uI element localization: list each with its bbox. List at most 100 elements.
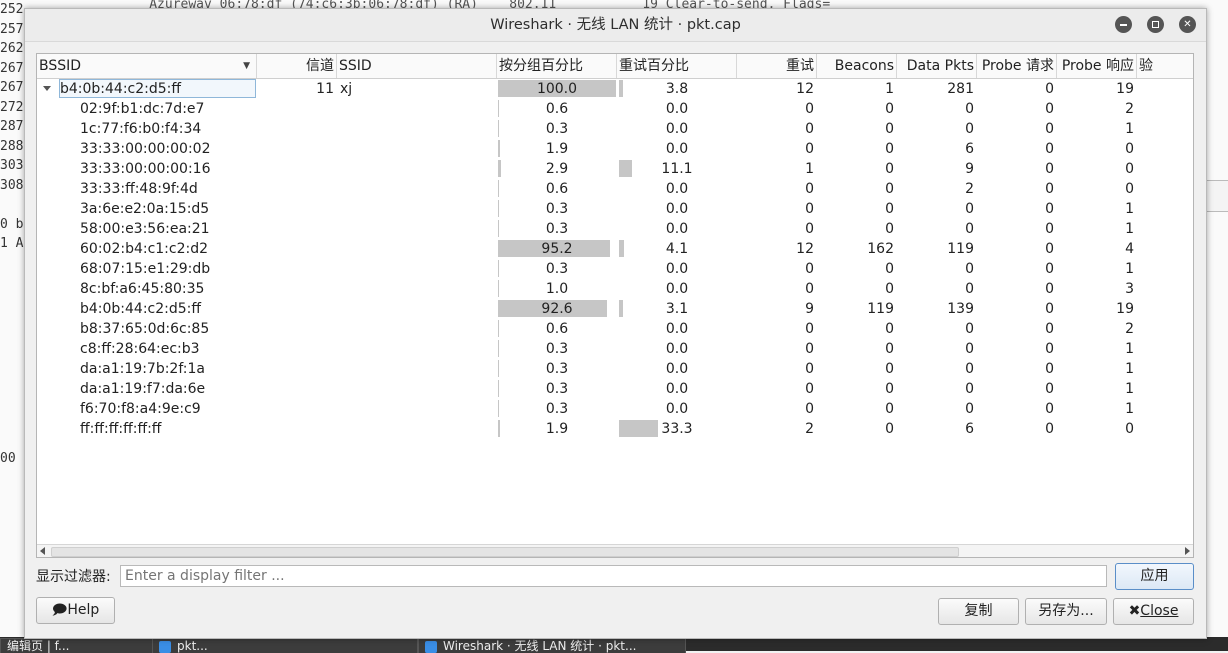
close-window-icon[interactable] bbox=[1179, 16, 1196, 33]
cell-packet-pct: 0.6 bbox=[497, 179, 617, 199]
cell-beacons: 0 bbox=[885, 261, 894, 277]
table-row[interactable]: c8:ff:28:64:ec:b3 0.3 0.0 0 0 0 0 1 bbox=[37, 339, 1193, 359]
table-row[interactable]: 8c:bf:a6:45:80:35 1.0 0.0 0 0 0 0 3 bbox=[37, 279, 1193, 299]
cell-data-pkts: 0 bbox=[965, 321, 974, 337]
display-filter-input[interactable] bbox=[120, 565, 1107, 587]
scrollbar-thumb[interactable] bbox=[51, 547, 959, 557]
retry-pct-value: 4.1 bbox=[665, 241, 689, 257]
cell-packet-pct: 1.9 bbox=[497, 419, 617, 439]
cell-probe-resp: 1 bbox=[1125, 401, 1134, 417]
cell-retry-pct: 4.1 bbox=[617, 239, 737, 259]
background-fragment bbox=[0, 273, 24, 293]
apply-button[interactable]: 应用 bbox=[1115, 563, 1194, 590]
column-header-label: BSSID bbox=[39, 58, 82, 74]
column-header-channel[interactable]: 信道 bbox=[257, 54, 337, 78]
table-row[interactable]: b8:37:65:0d:6c:85 0.6 0.0 0 0 0 0 2 bbox=[37, 319, 1193, 339]
column-header-retry-pct[interactable]: 重试百分比 bbox=[617, 54, 737, 78]
packet-pct-value: 0.3 bbox=[545, 261, 569, 277]
column-header-probe-resp[interactable]: Probe 响应 bbox=[1057, 54, 1137, 78]
column-header-auth[interactable]: 验 bbox=[1137, 54, 1193, 78]
cell-retry-pct: 33.3 bbox=[617, 419, 737, 439]
retry-pct-value: 0.0 bbox=[665, 361, 689, 377]
horizontal-scrollbar[interactable] bbox=[37, 544, 1193, 557]
column-header-label: SSID bbox=[339, 58, 372, 74]
cell-retry: 0 bbox=[805, 321, 814, 337]
table-row[interactable]: 60:02:b4:c1:c2:d2 95.2 4.1 12 162 119 0 4 bbox=[37, 239, 1193, 259]
retry-pct-value: 0.0 bbox=[665, 321, 689, 337]
cell-ssid bbox=[337, 99, 497, 119]
column-header-label: Probe 响应 bbox=[1061, 58, 1134, 74]
cell-channel bbox=[257, 279, 337, 299]
table-row[interactable]: 1c:77:f6:b0:f4:34 0.3 0.0 0 0 0 0 1 bbox=[37, 119, 1193, 139]
table-row[interactable]: 68:07:15:e1:29:db 0.3 0.0 0 0 0 0 1 bbox=[37, 259, 1193, 279]
cell-bssid: 33:33:00:00:00:02 bbox=[80, 141, 211, 157]
cell-retry: 0 bbox=[805, 261, 814, 277]
cell-beacons: 0 bbox=[885, 121, 894, 137]
save-as-button[interactable]: 另存为... bbox=[1025, 598, 1107, 625]
background-fragment bbox=[0, 254, 24, 274]
table-row[interactable]: 02:9f:b1:dc:7d:e7 0.6 0.0 0 0 0 0 2 bbox=[37, 99, 1193, 119]
column-header-retry[interactable]: 重试 bbox=[737, 54, 817, 78]
column-header-probe-req[interactable]: Probe 请求 bbox=[977, 54, 1057, 78]
table-row-parent[interactable]: b4:0b:44:c2:d5:ff 11 xj 100.0 3.8 12 1 281 0 19 bbox=[37, 79, 1193, 99]
filter-label: 显示过滤器: bbox=[36, 569, 111, 585]
table-row[interactable]: 33:33:00:00:00:16 2.9 11.1 1 0 9 0 0 bbox=[37, 159, 1193, 179]
background-fragment: 267 bbox=[0, 80, 24, 95]
minimize-icon[interactable] bbox=[1115, 16, 1132, 33]
table-header: BSSID ▼ 信道 SSID 按分组百分比 重试百分比 重试 Beacons Data Pkt… bbox=[37, 54, 1193, 79]
cell-probe-req: 0 bbox=[1045, 241, 1054, 257]
scroll-left-icon[interactable] bbox=[40, 547, 45, 555]
cell-retry: 9 bbox=[805, 301, 814, 317]
packet-pct-value: 0.6 bbox=[545, 181, 569, 197]
cell-probe-resp: 3 bbox=[1125, 281, 1134, 297]
packet-pct-value: 2.9 bbox=[545, 161, 569, 177]
cell-retry-pct: 0.0 bbox=[617, 359, 737, 379]
column-header-data-pkts[interactable]: Data Pkts bbox=[897, 54, 977, 78]
copy-button[interactable]: 复制 bbox=[938, 598, 1019, 625]
cell-channel bbox=[257, 299, 337, 319]
background-fragment: 267 bbox=[0, 60, 24, 76]
scroll-right-icon[interactable] bbox=[1185, 547, 1190, 555]
cell-data-pkts: 2 bbox=[965, 181, 974, 197]
background-fragment: 0 b bbox=[0, 216, 24, 232]
column-header-packet-pct[interactable]: 按分组百分比 bbox=[497, 54, 617, 78]
cell-packet-pct: 0.3 bbox=[497, 379, 617, 399]
cell-channel bbox=[257, 359, 337, 379]
cell-retry-pct: 0.0 bbox=[617, 279, 737, 299]
background-fragment: 262 bbox=[0, 41, 24, 56]
cell-probe-req: 0 bbox=[1045, 81, 1054, 97]
cell-retry: 2 bbox=[805, 421, 814, 437]
cell-probe-req: 0 bbox=[1045, 101, 1054, 117]
cell-retry: 0 bbox=[805, 121, 814, 137]
cell-bssid: 3a:6e:e2:0a:15:d5 bbox=[80, 201, 210, 217]
table-row[interactable]: b4:0b:44:c2:d5:ff 92.6 3.1 9 119 139 0 19 bbox=[37, 299, 1193, 319]
cell-retry-pct: 0.0 bbox=[617, 259, 737, 279]
cell-retry: 1 bbox=[805, 161, 814, 177]
cell-bssid: da:a1:19:7b:2f:1a bbox=[80, 361, 205, 377]
column-header-bssid[interactable]: BSSID ▼ bbox=[37, 54, 257, 78]
table-row[interactable]: da:a1:19:f7:da:6e 0.3 0.0 0 0 0 0 1 bbox=[37, 379, 1193, 399]
help-button[interactable]: 🗩Help bbox=[36, 597, 115, 624]
retry-pct-value: 0.0 bbox=[665, 401, 689, 417]
window-title: Wireshark · 无线 LAN 统计 · pkt.cap bbox=[490, 17, 741, 33]
table-row[interactable]: 33:33:00:00:00:02 1.9 0.0 0 0 6 0 0 bbox=[37, 139, 1193, 159]
taskbar: 编辑页 | f... pkt... Wireshark · 无线 LAN 统计 … bbox=[0, 637, 1228, 653]
maximize-icon[interactable] bbox=[1147, 16, 1164, 33]
table-row[interactable]: 33:33:ff:48:9f:4d 0.6 0.0 0 0 2 0 0 bbox=[37, 179, 1193, 199]
column-header-beacons[interactable]: Beacons bbox=[817, 54, 897, 78]
cell-ssid bbox=[337, 279, 497, 299]
table-row[interactable]: 3a:6e:e2:0a:15:d5 0.3 0.0 0 0 0 0 1 bbox=[37, 199, 1193, 219]
title-bar[interactable]: Wireshark · 无线 LAN 统计 · pkt.cap bbox=[25, 9, 1206, 42]
cell-packet-pct: 1.0 bbox=[497, 279, 617, 299]
cell-retry-pct: 0.0 bbox=[617, 199, 737, 219]
retry-pct-value: 0.0 bbox=[665, 181, 689, 197]
close-button[interactable]: ✖Close bbox=[1113, 598, 1194, 625]
cell-retry-pct: 0.0 bbox=[617, 179, 737, 199]
table-row[interactable]: 58:00:e3:56:ea:21 0.3 0.0 0 0 0 0 1 bbox=[37, 219, 1193, 239]
table-row[interactable]: da:a1:19:7b:2f:1a 0.3 0.0 0 0 0 0 1 bbox=[37, 359, 1193, 379]
cell-probe-req: 0 bbox=[1045, 161, 1054, 177]
wlan-stats-table[interactable]: BSSID ▼ 信道 SSID 按分组百分比 重试百分比 重试 Beacons Data Pkt… bbox=[36, 53, 1194, 558]
table-row[interactable]: f6:70:f8:a4:9e:c9 0.3 0.0 0 0 0 0 1 bbox=[37, 399, 1193, 419]
column-header-ssid[interactable]: SSID bbox=[337, 54, 497, 78]
table-row[interactable]: ff:ff:ff:ff:ff:ff 1.9 33.3 2 0 6 0 0 bbox=[37, 419, 1193, 439]
